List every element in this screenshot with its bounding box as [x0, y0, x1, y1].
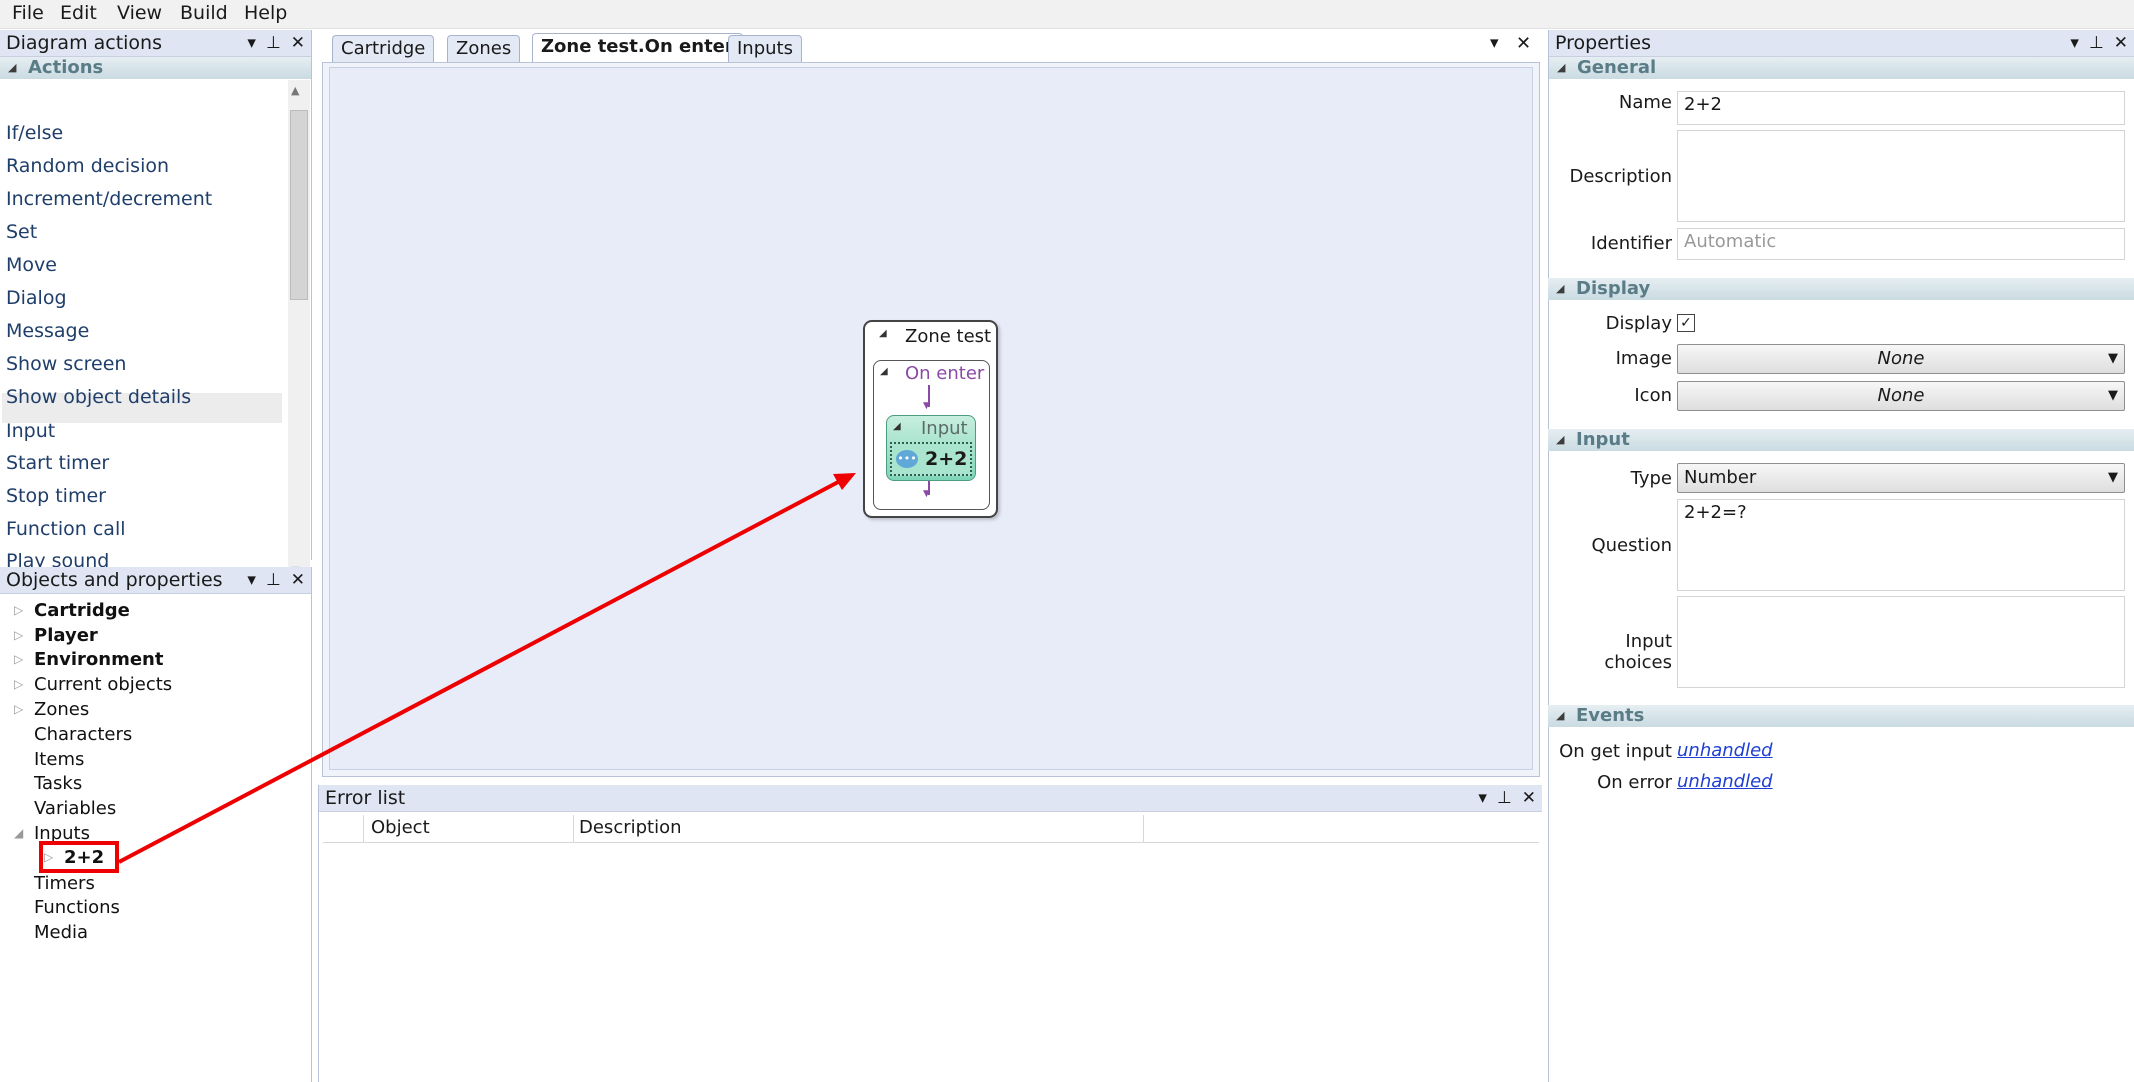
annotation-arrow	[118, 473, 856, 864]
